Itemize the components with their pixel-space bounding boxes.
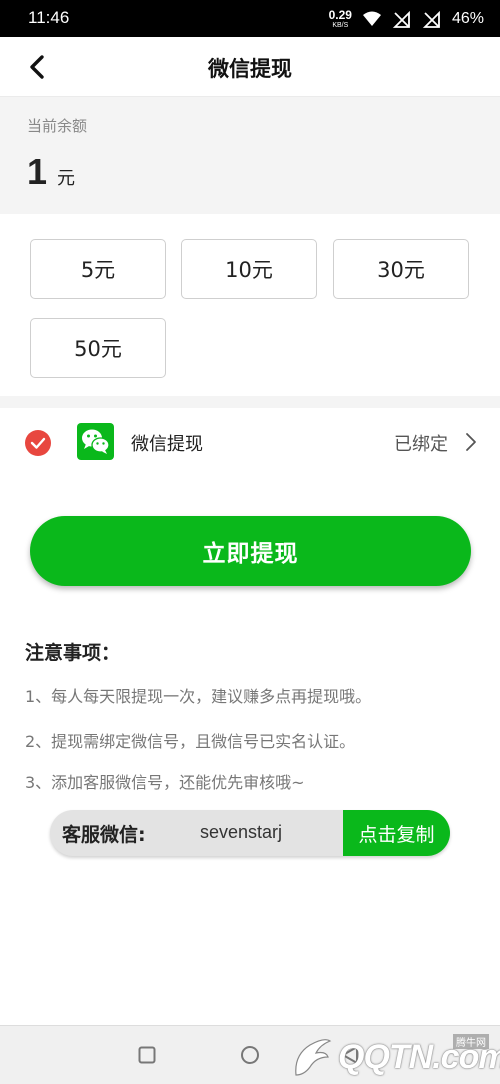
square-icon — [138, 1046, 156, 1064]
network-speed-unit: KB/S — [332, 22, 349, 29]
balance-value: 1 元 — [27, 151, 75, 193]
page-title: 微信提现 — [208, 57, 292, 81]
home-button[interactable] — [240, 1045, 260, 1065]
customer-service-label: 客服微信: — [62, 824, 146, 846]
customer-service-bar: 客服微信: sevenstarj 点击复制 — [50, 810, 450, 856]
status-time: 11:46 — [28, 8, 70, 27]
watermark: QQTN.com 腾牛网 — [290, 1034, 500, 1081]
amount-option-50[interactable]: 50元 — [30, 318, 166, 378]
payment-method-row[interactable]: 微信提现 已绑定 — [0, 408, 500, 476]
status-bar: 11:46 0.29 KB/S 46% — [0, 0, 500, 37]
status-icons: 0.29 KB/S 46% — [329, 5, 484, 33]
amount-option-30[interactable]: 30元 — [333, 239, 469, 299]
balance-section: 当前余额 1 元 — [0, 97, 500, 214]
chevron-right-icon — [464, 431, 478, 453]
recent-apps-button[interactable] — [138, 1046, 156, 1064]
watermark-logo-icon — [290, 1037, 334, 1079]
no-signal-icon — [392, 9, 412, 29]
balance-amount: 1 — [27, 151, 48, 192]
balance-label: 当前余额 — [27, 117, 88, 135]
copy-button[interactable]: 点击复制 — [343, 810, 450, 856]
binding-status: 已绑定 — [394, 434, 448, 455]
notes-title: 注意事项： — [25, 642, 121, 664]
wifi-icon — [362, 9, 382, 29]
note-item: 2、提现需绑定微信号，且微信号已实名认证。 — [25, 732, 356, 751]
no-signal-icon — [422, 9, 442, 29]
amount-option-5[interactable]: 5元 — [30, 239, 166, 299]
check-circle-icon[interactable] — [25, 430, 51, 456]
customer-service-wechat-id: sevenstarj — [200, 822, 283, 842]
battery-percent: 46% — [451, 10, 484, 27]
payment-method-label: 微信提现 — [131, 434, 203, 455]
note-item: 3、添加客服微信号，还能优先审核哦~ — [25, 773, 305, 792]
balance-unit: 元 — [57, 168, 76, 189]
watermark-sub: 腾牛网 — [453, 1034, 489, 1049]
network-speed-value: 0.29 — [328, 8, 352, 22]
section-divider — [0, 396, 500, 408]
note-item: 1、每人每天限提现一次，建议赚多点再提现哦。 — [25, 687, 372, 706]
withdraw-button[interactable]: 立即提现 — [30, 516, 471, 586]
app-header: 微信提现 — [0, 37, 500, 97]
amount-option-10[interactable]: 10元 — [181, 239, 317, 299]
wechat-icon — [77, 423, 114, 460]
network-speed: 0.29 KB/S — [329, 9, 352, 29]
circle-icon — [240, 1045, 260, 1065]
